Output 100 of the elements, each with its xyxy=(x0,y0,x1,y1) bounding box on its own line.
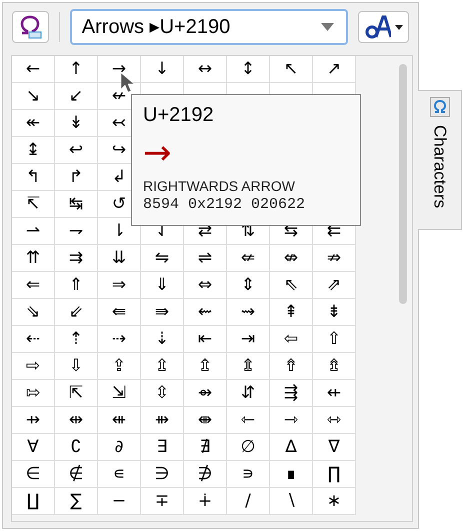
character-cell[interactable]: ⇏ xyxy=(313,245,356,272)
character-cell[interactable]: ⇰ xyxy=(12,380,55,407)
character-cell[interactable]: ⇺ xyxy=(98,407,141,434)
insert-symbol-button[interactable] xyxy=(12,11,49,43)
character-cell[interactable]: ∐ xyxy=(12,488,55,515)
character-cell[interactable]: ← xyxy=(12,56,55,83)
character-cell[interactable]: ∍ xyxy=(227,461,270,488)
character-cell[interactable]: ⇵ xyxy=(227,380,270,407)
character-cell[interactable]: ⇚ xyxy=(98,299,141,326)
character-cell[interactable]: ⇔ xyxy=(184,272,227,299)
character-cell[interactable]: ∔ xyxy=(184,488,227,515)
character-cell[interactable]: ⇖ xyxy=(270,272,313,299)
character-cell[interactable]: ⇬ xyxy=(184,353,227,380)
character-cell[interactable]: ⇾ xyxy=(270,407,313,434)
character-cell[interactable]: ↑ xyxy=(55,56,98,83)
character-cell[interactable]: ⇋ xyxy=(141,245,184,272)
character-cell[interactable]: ↩ xyxy=(55,137,98,164)
character-cell[interactable]: ∑ xyxy=(55,488,98,515)
character-cell[interactable]: ⇎ xyxy=(270,245,313,272)
character-cell[interactable]: ↓ xyxy=(141,56,184,83)
character-cell[interactable]: ⇌ xyxy=(184,245,227,272)
character-cell[interactable]: ∋ xyxy=(141,461,184,488)
character-cell[interactable]: ↨ xyxy=(12,137,55,164)
character-cell[interactable]: ⇯ xyxy=(313,353,356,380)
character-cell[interactable]: ⇨ xyxy=(12,353,55,380)
character-cell[interactable]: ⇜ xyxy=(184,299,227,326)
character-cell[interactable]: ⇐ xyxy=(12,272,55,299)
character-cell[interactable]: ⇛ xyxy=(141,299,184,326)
scrollbar[interactable] xyxy=(399,64,407,304)
character-cell[interactable]: ⇳ xyxy=(141,380,184,407)
character-cell[interactable]: ⇣ xyxy=(141,326,184,353)
character-cell[interactable]: ⇑ xyxy=(55,272,98,299)
character-cell[interactable]: ∓ xyxy=(141,488,184,515)
character-cell[interactable]: ∏ xyxy=(313,461,356,488)
character-cell[interactable]: ∂ xyxy=(98,434,141,461)
character-cell[interactable]: ∃ xyxy=(141,434,184,461)
character-cell[interactable]: ⇓ xyxy=(141,272,184,299)
character-cell[interactable]: ⇼ xyxy=(184,407,227,434)
character-cell[interactable]: ↞ xyxy=(12,110,55,137)
character-cell[interactable]: ↗ xyxy=(313,56,356,83)
character-cell[interactable]: ↕ xyxy=(227,56,270,83)
character-cell[interactable]: ⇦ xyxy=(270,326,313,353)
character-cell[interactable]: ∆ xyxy=(270,434,313,461)
character-cell[interactable]: ⇟ xyxy=(313,299,356,326)
character-cell[interactable]: ∕ xyxy=(227,488,270,515)
character-cell[interactable]: ⇴ xyxy=(184,380,227,407)
character-cell[interactable]: ⇥ xyxy=(227,326,270,353)
character-cell[interactable]: ↔ xyxy=(184,56,227,83)
character-cell[interactable]: ⇍ xyxy=(227,245,270,272)
character-cell[interactable]: ↸ xyxy=(12,191,55,218)
character-cell[interactable]: ⇠ xyxy=(12,326,55,353)
font-button[interactable] xyxy=(358,11,409,43)
character-cell[interactable]: ∀ xyxy=(12,434,55,461)
character-cell[interactable]: ⇊ xyxy=(98,245,141,272)
character-cell[interactable]: ⇧ xyxy=(313,326,356,353)
character-cell[interactable]: ∖ xyxy=(270,488,313,515)
character-cell[interactable]: ⇞ xyxy=(270,299,313,326)
character-cell[interactable]: ⇀ xyxy=(12,218,55,245)
character-cell[interactable]: ⇶ xyxy=(270,380,313,407)
character-cell[interactable]: ⇸ xyxy=(12,407,55,434)
character-cell[interactable]: ∊ xyxy=(98,461,141,488)
character-cell[interactable]: ⇙ xyxy=(55,299,98,326)
character-cell[interactable]: ⇿ xyxy=(313,407,356,434)
character-cell[interactable]: ⇡ xyxy=(55,326,98,353)
character-cell[interactable]: − xyxy=(98,488,141,515)
character-cell[interactable]: ⇝ xyxy=(227,299,270,326)
character-cell[interactable]: ↘ xyxy=(12,83,55,110)
character-cell[interactable]: ⇈ xyxy=(12,245,55,272)
character-cell[interactable]: ⇕ xyxy=(227,272,270,299)
character-cell[interactable]: ↱ xyxy=(55,164,98,191)
character-cell[interactable]: ∈ xyxy=(12,461,55,488)
character-cell[interactable]: ⇘ xyxy=(12,299,55,326)
character-cell[interactable]: ⇤ xyxy=(184,326,227,353)
character-cell[interactable]: ⇮ xyxy=(270,353,313,380)
character-cell[interactable]: ∗ xyxy=(313,488,356,515)
character-cell[interactable]: ⇪ xyxy=(98,353,141,380)
character-cell[interactable]: ⇁ xyxy=(55,218,98,245)
character-cell[interactable]: ⇫ xyxy=(141,353,184,380)
character-cell[interactable]: ⇒ xyxy=(98,272,141,299)
character-cell[interactable]: ∁ xyxy=(55,434,98,461)
character-cell[interactable]: ∅ xyxy=(227,434,270,461)
character-cell[interactable]: ⇹ xyxy=(55,407,98,434)
character-cell[interactable]: ⇲ xyxy=(98,380,141,407)
character-cell[interactable]: ∉ xyxy=(55,461,98,488)
character-cell[interactable]: ↙ xyxy=(55,83,98,110)
character-cell[interactable]: ↰ xyxy=(12,164,55,191)
character-cell[interactable]: ∄ xyxy=(184,434,227,461)
character-cell[interactable]: ⇷ xyxy=(313,380,356,407)
character-cell[interactable]: ↖ xyxy=(270,56,313,83)
character-cell[interactable]: ⇢ xyxy=(98,326,141,353)
character-cell[interactable]: ⇉ xyxy=(55,245,98,272)
block-dropdown[interactable]: Arrows ▸U+2190 xyxy=(70,9,348,45)
character-cell[interactable]: ⇻ xyxy=(141,407,184,434)
character-cell[interactable]: ↹ xyxy=(55,191,98,218)
character-cell[interactable]: ⇗ xyxy=(313,272,356,299)
characters-tab[interactable]: Characters xyxy=(418,90,462,230)
character-cell[interactable]: ⇱ xyxy=(55,380,98,407)
character-cell[interactable]: ↡ xyxy=(55,110,98,137)
character-cell[interactable]: ∇ xyxy=(313,434,356,461)
character-cell[interactable]: ∌ xyxy=(184,461,227,488)
